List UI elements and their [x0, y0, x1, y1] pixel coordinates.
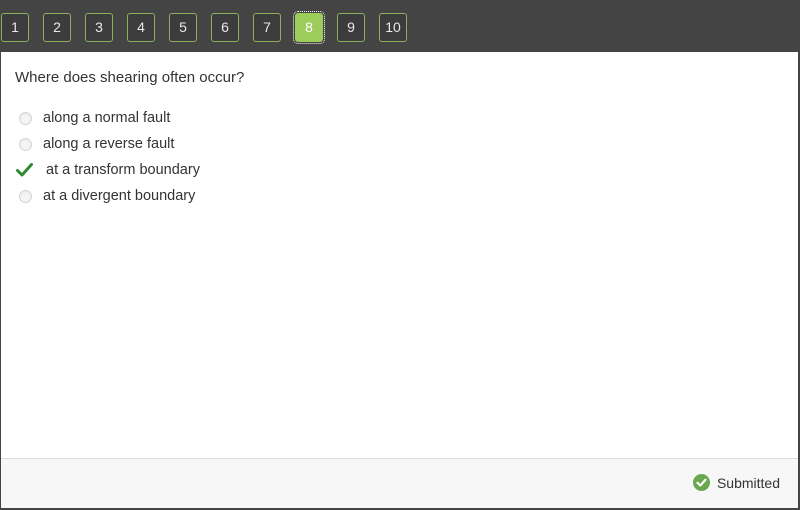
status-text: Submitted	[716, 474, 780, 491]
answer-option-label: along a normal fault	[43, 110, 171, 126]
question-5-button[interactable]: 5	[169, 13, 197, 42]
radio-button-icon[interactable]	[19, 137, 32, 151]
question-navigation-bar: 1 2 3 4 5 6 7 8 9 10	[0, 0, 800, 52]
question-4-button[interactable]: 4	[127, 13, 155, 42]
answer-option-label: at a transform boundary	[46, 162, 200, 178]
check-circle-icon	[692, 474, 710, 491]
radio-button-icon[interactable]	[19, 189, 32, 203]
question-1-button[interactable]: 1	[1, 13, 29, 42]
answer-option-label: along a reverse fault	[43, 136, 175, 152]
question-3-button[interactable]: 3	[85, 13, 113, 42]
question-panel: Where does shearing often occur? along a…	[1, 52, 798, 508]
answer-option[interactable]: along a reverse fault	[15, 131, 200, 157]
submission-status: Submitted	[692, 474, 780, 491]
answer-option-selected[interactable]: at a transform boundary	[15, 157, 200, 183]
answer-option-label: at a divergent boundary	[43, 188, 196, 204]
question-7-button[interactable]: 7	[253, 13, 281, 42]
question-6-button[interactable]: 6	[211, 13, 239, 42]
question-9-button[interactable]: 9	[337, 13, 365, 42]
radio-button-icon[interactable]	[19, 111, 32, 125]
answer-options: along a normal fault along a reverse fau…	[15, 105, 200, 209]
answer-option[interactable]: at a divergent boundary	[15, 183, 200, 209]
question-10-button[interactable]: 10	[379, 13, 407, 42]
question-number-list: 1 2 3 4 5 6 7 8 9 10	[1, 11, 421, 44]
question-2-button[interactable]: 2	[43, 13, 71, 42]
footer-bar: Submitted	[1, 458, 798, 508]
checkmark-icon	[16, 163, 36, 177]
answer-option[interactable]: along a normal fault	[15, 105, 200, 131]
question-8-button-current[interactable]: 8	[293, 11, 325, 44]
question-text: Where does shearing often occur?	[15, 69, 245, 86]
